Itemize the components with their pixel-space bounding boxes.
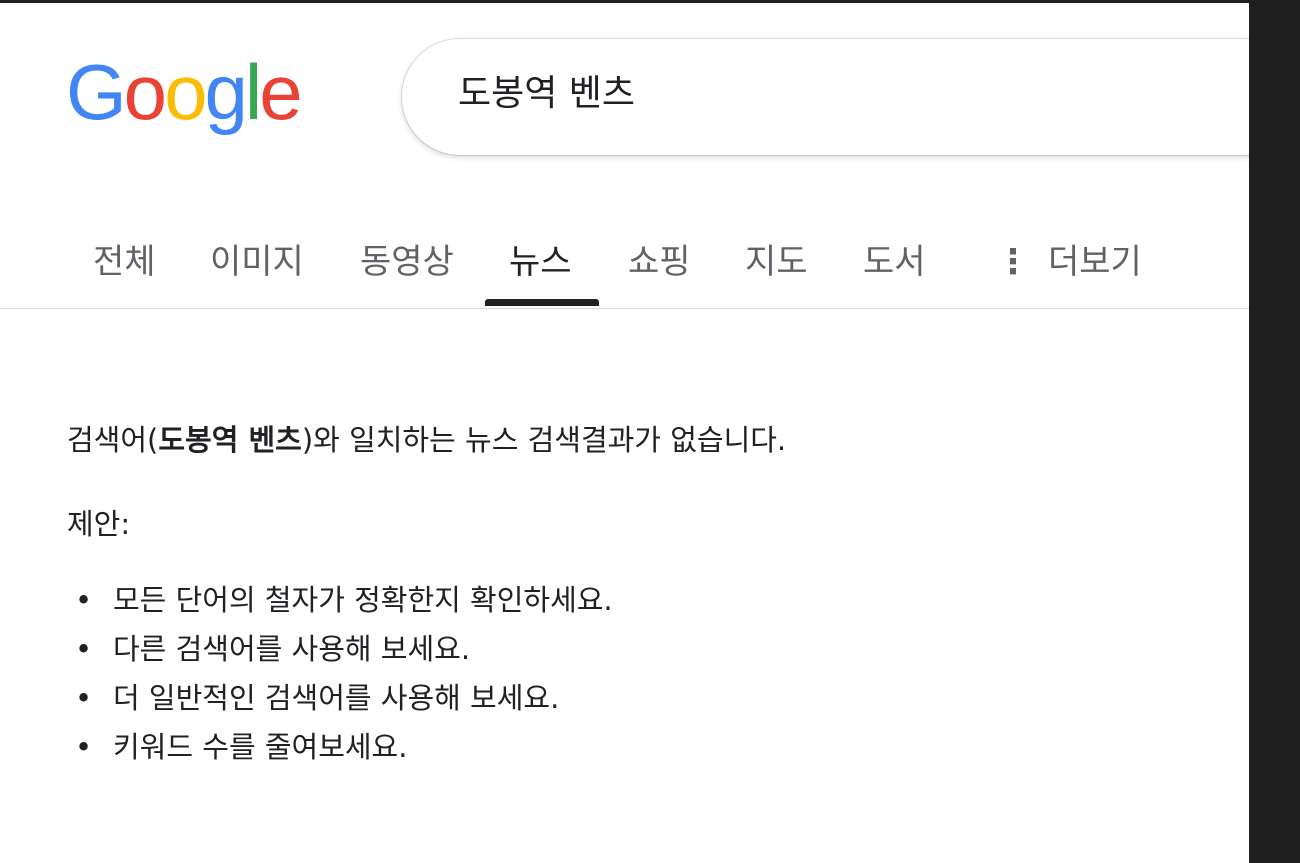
suggestion-text: 키워드 수를 줄여보세요. bbox=[113, 730, 408, 764]
suggestion-text: 모든 단어의 철자가 정확한지 확인하세요. bbox=[113, 583, 613, 617]
suggestion-item: • 모든 단어의 철자가 정확한지 확인하세요. bbox=[67, 576, 1217, 625]
tab-books[interactable]: 도서 bbox=[863, 234, 926, 283]
tab-maps[interactable]: 지도 bbox=[745, 234, 808, 283]
bullet-icon: • bbox=[75, 681, 93, 715]
bullet-icon: • bbox=[75, 583, 93, 617]
more-vert-icon: ⋮ bbox=[996, 242, 1030, 282]
logo-letter-g: G bbox=[66, 48, 127, 136]
logo-letter-e: e bbox=[259, 48, 302, 136]
search-input[interactable] bbox=[458, 69, 1158, 110]
no-results-suffix: )와 일치하는 뉴스 검색결과가 없습니다. bbox=[301, 423, 787, 457]
tab-more-label: 더보기 bbox=[1048, 242, 1142, 282]
tab-images[interactable]: 이미지 bbox=[210, 234, 304, 283]
bullet-icon: • bbox=[75, 730, 93, 764]
results-area: 검색어(도봉역 벤츠)와 일치하는 뉴스 검색결과가 없습니다. 제안: • 모든… bbox=[67, 418, 1217, 772]
suggestion-text: 다른 검색어를 사용해 보세요. bbox=[113, 632, 471, 666]
suggestions-list: • 모든 단어의 철자가 정확한지 확인하세요. • 다른 검색어를 사용해 보세요… bbox=[67, 576, 1217, 772]
suggestion-item: • 다른 검색어를 사용해 보세요. bbox=[67, 625, 1217, 674]
suggestions-label: 제안: bbox=[67, 507, 131, 541]
logo-letter-l: l bbox=[244, 48, 262, 136]
google-logo[interactable]: Google bbox=[66, 48, 303, 136]
logo-letter-o2: o bbox=[164, 48, 207, 136]
tab-news[interactable]: 뉴스 bbox=[509, 234, 572, 283]
active-tab-indicator bbox=[485, 299, 599, 306]
no-results-prefix: 검색어( bbox=[67, 423, 159, 457]
tab-more[interactable]: ⋮ 더보기 bbox=[996, 234, 1142, 283]
tab-videos[interactable]: 동영상 bbox=[360, 234, 454, 283]
logo-letter-g2: g bbox=[204, 48, 247, 136]
google-search-page: Google 전체 이미지 동영상 뉴스 쇼핑 지도 도서 ⋮ 더보기 검색어(도… bbox=[0, 3, 1249, 863]
search-box[interactable] bbox=[402, 39, 1249, 155]
suggestion-text: 더 일반적인 검색어를 사용해 보세요. bbox=[113, 681, 560, 715]
search-tabs: 전체 이미지 동영상 뉴스 쇼핑 지도 도서 ⋮ 더보기 bbox=[0, 228, 1249, 309]
suggestion-item: • 더 일반적인 검색어를 사용해 보세요. bbox=[67, 674, 1217, 723]
logo-letter-o1: o bbox=[123, 48, 167, 136]
no-results-message: 검색어(도봉역 벤츠)와 일치하는 뉴스 검색결과가 없습니다. bbox=[67, 418, 1217, 462]
bullet-icon: • bbox=[75, 632, 93, 666]
dark-side-panel bbox=[1249, 0, 1300, 863]
tab-shopping[interactable]: 쇼핑 bbox=[628, 234, 691, 283]
query-term: 도봉역 벤츠 bbox=[158, 423, 302, 457]
suggestion-item: • 키워드 수를 줄여보세요. bbox=[67, 723, 1217, 772]
tab-all[interactable]: 전체 bbox=[93, 234, 156, 283]
